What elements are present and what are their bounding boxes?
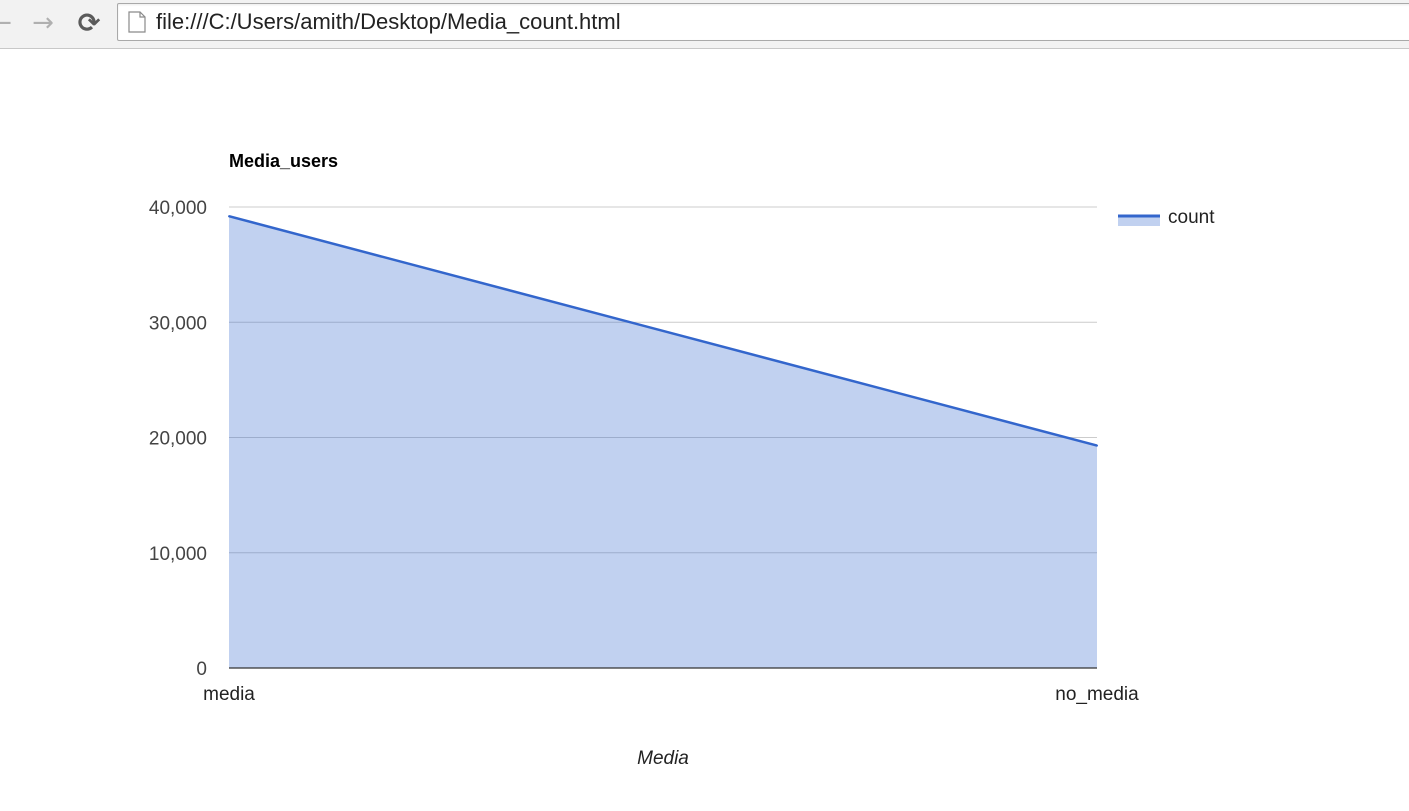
area-layer — [228, 215, 1098, 669]
url-text[interactable]: file:///C:/Users/amith/Desktop/Media_cou… — [156, 9, 621, 35]
chart-title: Media_users — [229, 151, 338, 171]
x-axis-title: Media — [637, 748, 689, 769]
reload-icon[interactable]: ⟳ — [74, 8, 104, 38]
area-chart: Media_users 0 10,000 20,000 30,000 40,000 me… — [149, 151, 1215, 769]
legend-label: count — [1168, 207, 1215, 228]
y-tick-label: 10,000 — [149, 544, 207, 565]
y-tick-label: 20,000 — [149, 429, 207, 450]
browser-toolbar: ← → ⟳ file:///C:/Users/amith/Desktop/Med… — [0, 0, 1409, 49]
area-fill-count — [229, 216, 1097, 668]
y-tick-label: 0 — [196, 659, 207, 680]
x-tick-label: media — [203, 684, 255, 705]
data-point — [228, 215, 230, 218]
y-tick-label: 30,000 — [149, 313, 207, 334]
y-tick-label: 40,000 — [149, 198, 207, 219]
arrow-left-icon[interactable]: ← — [0, 8, 16, 38]
legend[interactable]: count — [1118, 207, 1215, 228]
x-axis-ticks: media no_media — [203, 684, 1139, 705]
data-point — [1096, 444, 1098, 447]
address-bar[interactable]: file:///C:/Users/amith/Desktop/Media_cou… — [117, 3, 1409, 41]
arrow-right-icon[interactable]: → — [28, 8, 58, 38]
x-tick-label: no_media — [1055, 684, 1139, 705]
document-icon — [128, 11, 146, 33]
y-axis-ticks: 0 10,000 20,000 30,000 40,000 — [149, 198, 207, 680]
